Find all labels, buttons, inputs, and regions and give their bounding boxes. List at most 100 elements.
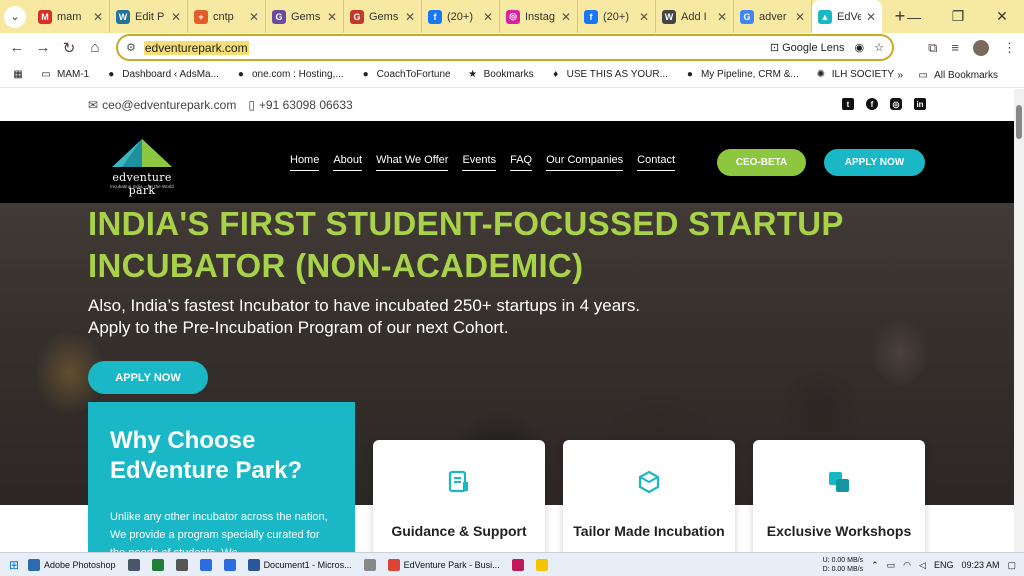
bookmark-item[interactable]: ● My Pipeline, CRM &... — [684, 69, 799, 81]
close-window-icon[interactable]: ✕ — [980, 8, 1024, 25]
tab-search-icon[interactable]: ⌄ — [4, 5, 26, 28]
wifi-icon[interactable]: ◠ — [903, 560, 911, 571]
google-lens-button[interactable]: ⊡ Google Lens — [770, 41, 845, 54]
email-link[interactable]: ✉ ceo@edventurepark.com — [88, 98, 236, 112]
browser-tab[interactable]: f (20+) ✕ — [422, 0, 500, 33]
browser-tab[interactable]: Mmam ✕ — [32, 0, 110, 33]
tab-close-icon[interactable]: ✕ — [561, 10, 571, 24]
window-controls: — ❐ ✕ — [892, 0, 1024, 33]
card-title: Tailor Made Incubation — [573, 523, 725, 539]
tab-close-icon[interactable]: ✕ — [171, 10, 181, 24]
taskbar-app[interactable] — [175, 558, 188, 571]
bookmark-item[interactable]: ● one.com : Hosting,... — [235, 69, 344, 81]
apps-icon[interactable]: ▦ — [12, 69, 24, 81]
notification-icon[interactable]: ▢ — [1007, 560, 1016, 571]
page-scrollbar[interactable] — [1014, 89, 1024, 552]
back-icon[interactable]: ← — [4, 39, 30, 56]
tray-chevron-icon[interactable]: ⌃ — [871, 560, 879, 571]
wordpress-icon: W — [116, 9, 130, 24]
linkedin-icon[interactable]: in — [914, 98, 926, 110]
ceo-beta-button[interactable]: CEO-BETA — [717, 149, 806, 176]
minimize-icon[interactable]: — — [892, 9, 936, 25]
browser-tab[interactable]: W Edit P ✕ — [110, 0, 188, 33]
taskbar-app[interactable]: EdVenture Park - Busi... — [387, 558, 500, 571]
taskbar-app[interactable] — [151, 558, 164, 571]
tab-close-icon[interactable]: ✕ — [483, 10, 493, 24]
tab-close-icon[interactable]: ✕ — [639, 10, 649, 24]
tab-close-icon[interactable]: ✕ — [249, 10, 259, 24]
media-icon[interactable]: ≡ — [951, 40, 959, 55]
address-bar[interactable]: ⚙ edventurepark.com ⊡ Google Lens ◉ ☆ — [116, 34, 894, 61]
bookmark-item[interactable]: ✺ ILH SOCIETY — [815, 69, 894, 81]
feature-card-workshops[interactable]: Exclusive Workshops — [753, 440, 925, 552]
profile-avatar[interactable] — [973, 39, 989, 56]
browser-tab[interactable]: + cntp ✕ — [188, 0, 266, 33]
bookmark-item[interactable]: ♦ USE THIS AS YOUR... — [550, 69, 668, 81]
reload-icon[interactable]: ↻ — [56, 39, 82, 57]
nav-item-our-companies[interactable]: Our Companies — [546, 154, 624, 171]
bookmark-icon: ♦ — [553, 69, 559, 80]
taskbar-app[interactable] — [535, 558, 548, 571]
bookmark-item[interactable]: ★ Bookmarks — [467, 69, 534, 81]
taskbar-app[interactable] — [511, 558, 524, 571]
clock[interactable]: 09:23 AM — [961, 560, 999, 570]
taskbar-app[interactable] — [363, 558, 376, 571]
taskbar-app[interactable] — [223, 558, 236, 571]
browser-tab[interactable]: G Gems ✕ — [266, 0, 344, 33]
bookmark-item[interactable]: ● CoachToFortune — [360, 69, 451, 81]
site-info-icon[interactable]: ⚙ — [126, 41, 136, 54]
taskbar-app[interactable] — [127, 558, 140, 571]
tab-close-icon[interactable]: ✕ — [717, 10, 727, 24]
bookmark-star-icon[interactable]: ☆ — [874, 41, 884, 54]
nav-item-faq[interactable]: FAQ — [510, 154, 533, 171]
taskbar-app[interactable]: Document1 - Micros... — [247, 558, 352, 571]
bookmarks-right: » ▭ All Bookmarks — [898, 62, 1014, 88]
extensions-icon[interactable]: ⧉ — [928, 40, 937, 56]
instagram-icon[interactable]: ◎ — [890, 98, 902, 110]
bookmark-item[interactable]: ● Dashboard ‹ AdsMa... — [105, 69, 219, 81]
apply-now-hero-button[interactable]: APPLY NOW — [88, 361, 208, 394]
feature-card-guidance[interactable]: Guidance & Support — [373, 440, 545, 552]
language-indicator[interactable]: ENG — [934, 560, 954, 570]
browser-tab[interactable]: ◎ Instag ✕ — [500, 0, 578, 33]
tab-close-icon[interactable]: ✕ — [405, 10, 415, 24]
nav-item-events[interactable]: Events — [462, 154, 497, 171]
logo-tagline: Incubating India – for the World — [110, 184, 174, 189]
network-icon[interactable]: ▭ — [887, 560, 896, 571]
nav-item-about[interactable]: About — [333, 154, 363, 171]
all-bookmarks-label: All Bookmarks — [934, 69, 998, 81]
app-icon — [175, 558, 188, 571]
menu-icon[interactable]: ⋮ — [1003, 40, 1016, 56]
tab-close-icon[interactable]: ✕ — [327, 10, 337, 24]
facebook-icon[interactable]: f — [866, 98, 878, 110]
tracking-icon[interactable]: ◉ — [855, 41, 865, 54]
browser-tab[interactable]: ▲ EdVer ✕ — [812, 0, 882, 33]
volume-icon[interactable]: ◁ — [919, 560, 926, 571]
windows-start-icon[interactable]: ⊞ — [0, 558, 28, 572]
apply-now-header-button[interactable]: APPLY NOW — [824, 149, 925, 176]
tab-close-icon[interactable]: ✕ — [795, 10, 805, 24]
taskbar-app[interactable] — [199, 558, 212, 571]
browser-tab[interactable]: Gadver ✕ — [734, 0, 812, 33]
more-bookmarks-icon[interactable]: » — [898, 70, 904, 81]
browser-tab[interactable]: G Gems ✕ — [344, 0, 422, 33]
bookmark-item[interactable]: ▭ MAM-1 — [40, 69, 89, 81]
nav-item-contact[interactable]: Contact — [637, 154, 676, 171]
home-icon[interactable]: ⌂ — [82, 39, 108, 56]
feature-card-incubation[interactable]: Tailor Made Incubation — [563, 440, 735, 552]
url-text[interactable]: edventurepark.com — [143, 40, 249, 55]
nav-item-what-we-offer[interactable]: What We Offer — [376, 154, 449, 171]
app-icon — [363, 558, 376, 571]
nav-item-home[interactable]: Home — [290, 154, 320, 171]
twitter-icon[interactable]: t — [842, 98, 854, 110]
restore-icon[interactable]: ❐ — [936, 8, 980, 25]
forward-icon[interactable]: → — [30, 39, 56, 56]
scrollbar-thumb[interactable] — [1016, 105, 1022, 139]
phone-link[interactable]: ▯ +91 63098 06633 — [248, 98, 352, 112]
browser-tab[interactable]: W Add I ✕ — [656, 0, 734, 33]
browser-tab[interactable]: f (20+) ✕ — [578, 0, 656, 33]
tab-close-icon[interactable]: ✕ — [93, 10, 103, 24]
all-bookmarks-button[interactable]: ▭ All Bookmarks — [917, 69, 998, 81]
tab-close-icon[interactable]: ✕ — [866, 10, 876, 24]
taskbar-app[interactable]: Adobe Photoshop — [28, 558, 116, 571]
